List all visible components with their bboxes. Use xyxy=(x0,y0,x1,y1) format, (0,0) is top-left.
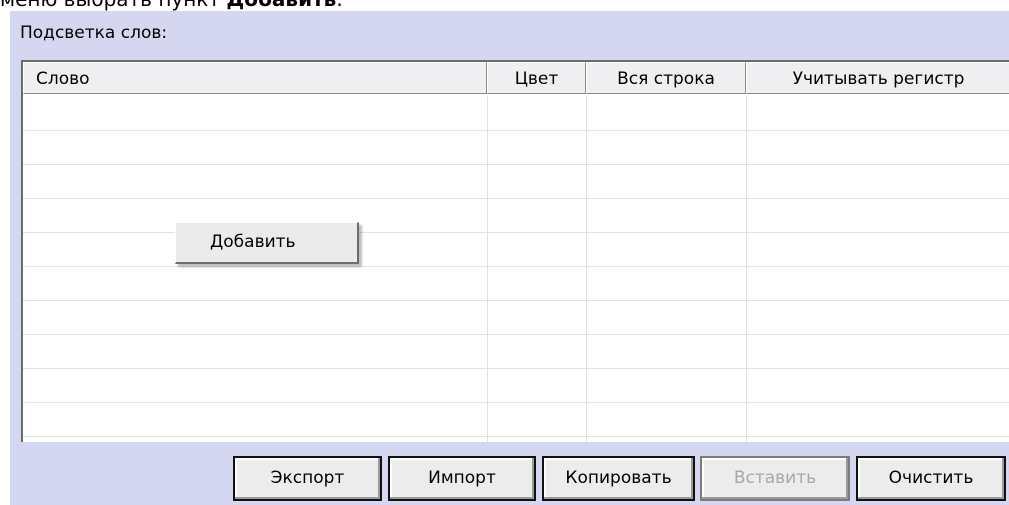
grid-divider xyxy=(487,96,488,442)
grid-row-line xyxy=(23,164,1009,165)
word-highlight-panel: Подсветка слов: Слово Цвет Вся строка Уч… xyxy=(10,11,1009,505)
column-header-case-sensitive[interactable]: Учитывать регистр xyxy=(746,62,1009,94)
clear-button[interactable]: Очистить xyxy=(856,456,1006,501)
grid-row-line xyxy=(23,402,1009,403)
grid-row-line xyxy=(23,130,1009,131)
instruction-caption: меню выбрать пункт Добавить. xyxy=(0,0,343,10)
context-menu: Добавить xyxy=(175,222,359,264)
table-header: Слово Цвет Вся строка Учитывать регистр xyxy=(23,62,1009,96)
caption-tail: . xyxy=(336,0,342,11)
grid-divider xyxy=(586,96,587,442)
column-header-whole-line[interactable]: Вся строка xyxy=(586,62,746,94)
grid-row-line xyxy=(23,334,1009,335)
grid-divider xyxy=(746,96,747,442)
grid-row-line xyxy=(23,198,1009,199)
table-body[interactable] xyxy=(23,96,1009,442)
column-header-word[interactable]: Слово xyxy=(23,62,487,94)
import-button[interactable]: Импорт xyxy=(388,456,536,501)
copy-button[interactable]: Копировать xyxy=(542,456,695,501)
grid-row-line xyxy=(23,266,1009,267)
grid-row-line xyxy=(23,436,1009,437)
column-header-color[interactable]: Цвет xyxy=(487,62,586,94)
context-menu-add-item[interactable]: Добавить xyxy=(210,231,296,253)
paste-button[interactable]: Вставить xyxy=(700,456,850,501)
caption-text: меню выбрать пункт xyxy=(0,0,226,11)
export-button[interactable]: Экспорт xyxy=(233,456,382,501)
caption-bold-text: Добавить xyxy=(226,0,336,11)
words-table[interactable]: Слово Цвет Вся строка Учитывать регистр xyxy=(21,60,1009,442)
section-label: Подсветка слов: xyxy=(20,23,168,43)
grid-row-line xyxy=(23,368,1009,369)
grid-row-line xyxy=(23,300,1009,301)
grid-row-line xyxy=(23,232,1009,233)
